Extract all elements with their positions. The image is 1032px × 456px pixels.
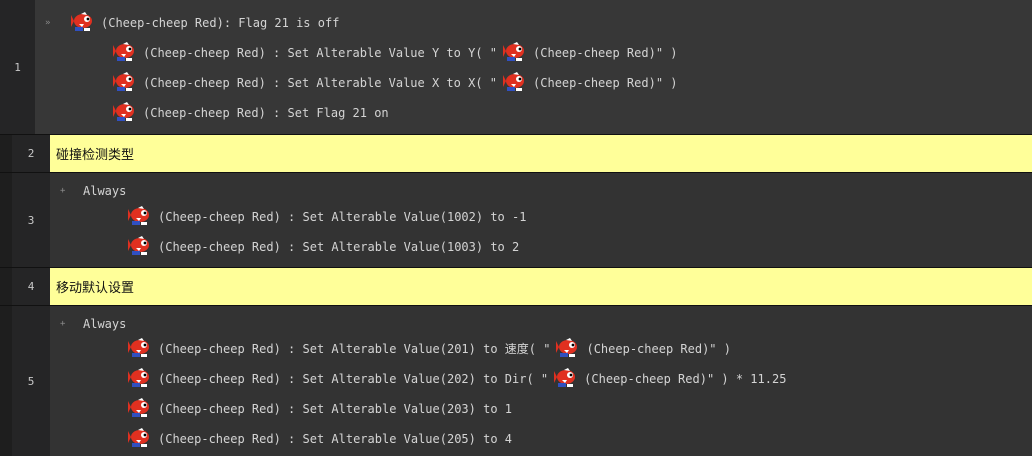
row-divider bbox=[0, 172, 1032, 173]
cheep-cheep-red-icon bbox=[503, 71, 525, 91]
event-body[interactable]: » (Cheep-cheep Red): Flag 21 is off (Che… bbox=[35, 0, 1032, 134]
gutter bbox=[0, 306, 12, 456]
action-text-tail: (Cheep-cheep Red)" ) bbox=[533, 46, 678, 60]
condition-text: (Cheep-cheep Red): Flag 21 is off bbox=[101, 16, 340, 30]
cheep-cheep-red-icon bbox=[128, 427, 149, 447]
condition-text: Always bbox=[83, 317, 127, 331]
event-row-5[interactable]: 5 + Always (Cheep-cheep Red) : Set Alter… bbox=[0, 306, 1032, 456]
comment-row-4[interactable]: 4 移动默认设置 bbox=[0, 268, 1032, 305]
action-text-tail: (Cheep-cheep Red)" ) bbox=[586, 342, 731, 356]
action-text: (Cheep-cheep Red) : Set Alterable Value(… bbox=[158, 372, 549, 386]
action-text-tail: (Cheep-cheep Red)" ) bbox=[533, 76, 678, 90]
action-text: (Cheep-cheep Red) : Set Flag 21 on bbox=[143, 106, 389, 120]
action-text: (Cheep-cheep Red) : Set Alterable Value(… bbox=[158, 210, 527, 224]
action-line[interactable]: (Cheep-cheep Red) : Set Alterable Value(… bbox=[128, 424, 512, 454]
cheep-cheep-red-icon bbox=[556, 337, 578, 357]
event-marker: » bbox=[45, 18, 51, 28]
action-line[interactable]: (Cheep-cheep Red) : Set Alterable Value … bbox=[113, 38, 678, 68]
action-line[interactable]: (Cheep-cheep Red) : Set Alterable Value(… bbox=[128, 364, 786, 394]
action-text: (Cheep-cheep Red) : Set Alterable Value(… bbox=[158, 342, 551, 356]
event-body[interactable]: + Always (Cheep-cheep Red) : Set Alterab… bbox=[50, 306, 1032, 456]
event-marker: + bbox=[60, 186, 66, 196]
gutter bbox=[0, 173, 12, 267]
event-number[interactable]: 5 bbox=[12, 306, 50, 456]
cheep-cheep-red-icon bbox=[128, 205, 149, 225]
action-text: (Cheep-cheep Red) : Set Alterable Value(… bbox=[158, 402, 513, 416]
action-text: (Cheep-cheep Red) : Set Alterable Value(… bbox=[158, 432, 513, 446]
cheep-cheep-red-icon bbox=[128, 397, 149, 417]
action-text: (Cheep-cheep Red) : Set Alterable Value(… bbox=[158, 240, 520, 254]
condition-line[interactable]: Always bbox=[83, 309, 126, 339]
event-number[interactable]: 1 bbox=[0, 0, 35, 134]
action-line[interactable]: (Cheep-cheep Red) : Set Alterable Value(… bbox=[128, 334, 731, 364]
cheep-cheep-red-icon bbox=[113, 71, 134, 91]
row-divider bbox=[0, 305, 1032, 306]
gutter bbox=[0, 268, 12, 305]
action-text: (Cheep-cheep Red) : Set Alterable Value … bbox=[143, 46, 498, 60]
condition-line[interactable]: Always bbox=[83, 176, 126, 206]
event-number[interactable]: 3 bbox=[12, 173, 50, 267]
row-divider bbox=[0, 134, 1032, 135]
event-number[interactable]: 2 bbox=[12, 135, 50, 172]
event-row-3[interactable]: 3 + Always (Cheep-cheep Red) : Set Alter… bbox=[0, 173, 1032, 267]
cheep-cheep-red-icon bbox=[128, 367, 149, 387]
cheep-cheep-red-icon bbox=[113, 41, 134, 61]
event-marker: + bbox=[60, 319, 66, 329]
event-row-1[interactable]: 1 » (Cheep-cheep Red): Flag 21 is off (C… bbox=[0, 0, 1032, 134]
action-line[interactable]: (Cheep-cheep Red) : Set Alterable Value(… bbox=[128, 202, 526, 232]
event-body[interactable]: + Always (Cheep-cheep Red) : Set Alterab… bbox=[50, 173, 1032, 267]
action-text-tail: (Cheep-cheep Red)" ) * 11.25 bbox=[584, 372, 787, 386]
row-divider bbox=[0, 267, 1032, 268]
action-line[interactable]: (Cheep-cheep Red) : Set Alterable Value(… bbox=[128, 394, 512, 424]
action-text: (Cheep-cheep Red) : Set Alterable Value … bbox=[143, 76, 498, 90]
action-line[interactable]: (Cheep-cheep Red) : Set Flag 21 on bbox=[113, 98, 389, 128]
action-line[interactable]: (Cheep-cheep Red) : Set Alterable Value … bbox=[113, 68, 678, 98]
cheep-cheep-red-icon bbox=[71, 11, 92, 31]
condition-text: Always bbox=[83, 184, 127, 198]
comment-text[interactable]: 碰撞检测类型 bbox=[50, 135, 1032, 172]
cheep-cheep-red-icon bbox=[128, 337, 149, 357]
cheep-cheep-red-icon bbox=[503, 41, 525, 61]
comment-text[interactable]: 移动默认设置 bbox=[50, 268, 1032, 305]
cheep-cheep-red-icon bbox=[554, 367, 576, 387]
gutter bbox=[0, 135, 12, 172]
cheep-cheep-red-icon bbox=[128, 235, 149, 255]
condition-line[interactable]: (Cheep-cheep Red): Flag 21 is off bbox=[71, 8, 339, 38]
action-line[interactable]: (Cheep-cheep Red) : Set Alterable Value(… bbox=[128, 232, 519, 262]
comment-row-2[interactable]: 2 碰撞检测类型 bbox=[0, 135, 1032, 172]
cheep-cheep-red-icon bbox=[113, 101, 134, 121]
event-number[interactable]: 4 bbox=[12, 268, 50, 305]
